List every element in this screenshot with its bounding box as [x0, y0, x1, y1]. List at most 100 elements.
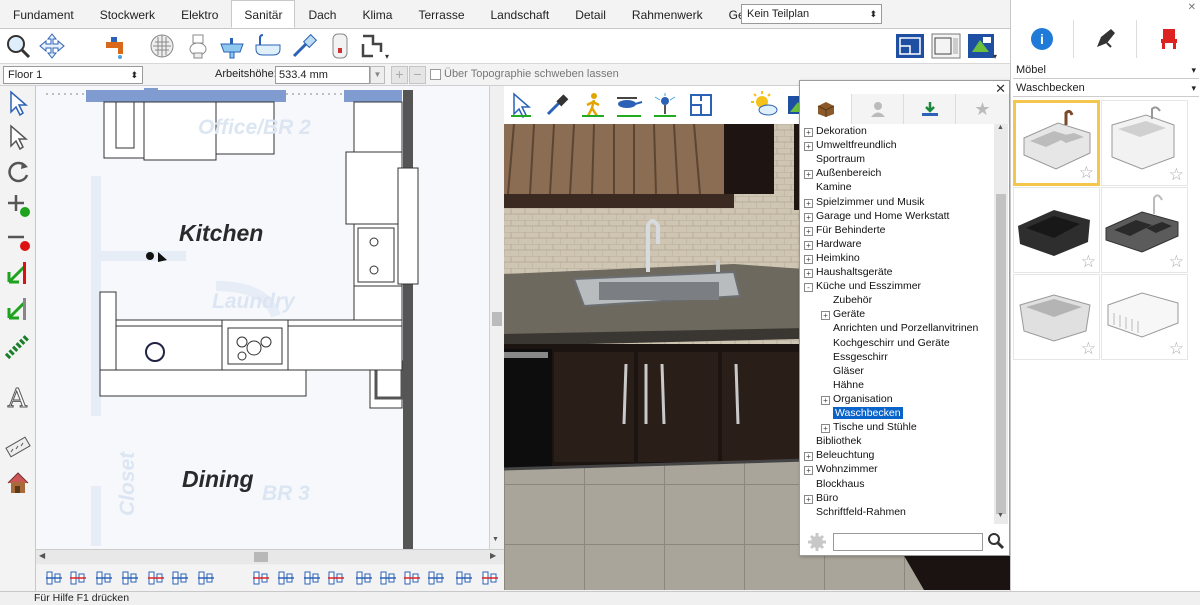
align-edge-icon[interactable] — [146, 568, 166, 588]
distribute-icon[interactable] — [354, 568, 374, 588]
tree-item[interactable]: + Organisation — [821, 392, 893, 406]
tree-item[interactable]: + Dekoration — [804, 124, 867, 138]
center-horizontal-icon[interactable] — [276, 568, 296, 588]
house-icon[interactable] — [3, 468, 33, 498]
tab-user[interactable] — [852, 94, 904, 124]
tab-dach[interactable]: Dach — [295, 0, 349, 28]
gear-icon[interactable] — [807, 532, 827, 555]
close-icon[interactable]: ✕ — [1188, 2, 1196, 13]
expand-icon[interactable]: + — [804, 269, 813, 278]
scrollbar-thumb[interactable] — [996, 194, 1006, 514]
select-group-icon[interactable] — [3, 122, 33, 152]
star-icon[interactable]: ☆ — [1079, 164, 1094, 181]
tab-detail[interactable]: Detail — [562, 0, 619, 28]
catalog-item-double-sink[interactable]: ☆ — [1013, 100, 1100, 186]
search-icon[interactable] — [987, 532, 1005, 553]
decrease-button[interactable]: − — [409, 66, 426, 84]
select-arrow-icon[interactable] — [3, 88, 33, 118]
space-vertical-icon[interactable] — [170, 568, 190, 588]
select-3d-icon[interactable] — [506, 89, 536, 121]
tree-item[interactable]: Kochgeschirr und Geräte — [821, 336, 950, 350]
rotate-icon[interactable] — [3, 156, 33, 186]
faucet-icon[interactable] — [100, 31, 132, 61]
expand-icon[interactable]: + — [804, 226, 813, 236]
eyedropper-icon[interactable] — [542, 89, 572, 121]
star-icon[interactable]: ☆ — [1081, 253, 1096, 270]
expand-icon[interactable]: + — [804, 254, 813, 264]
sprinkler-icon[interactable] — [650, 89, 680, 121]
arbeitshoehe-input[interactable]: 533.4 mm — [275, 66, 370, 84]
increase-button[interactable]: + — [391, 66, 408, 84]
tree-item[interactable]: - Küche und Esszimmer — [804, 279, 921, 293]
tree-item[interactable]: + Für Behinderte — [804, 223, 885, 237]
tab-stockwerk[interactable]: Stockwerk — [87, 0, 168, 28]
join-wall-icon[interactable] — [3, 294, 33, 324]
tree-item[interactable]: + Beleuchtung — [804, 448, 874, 462]
tab-landschaft[interactable]: Landschaft — [478, 0, 563, 28]
layout-view-icon[interactable] — [930, 31, 962, 61]
group-icon[interactable] — [454, 568, 474, 588]
tree-item[interactable]: + Wohnzimmer — [804, 462, 878, 476]
reflect-icon[interactable] — [402, 568, 422, 588]
tree-item[interactable]: Kamine — [804, 180, 852, 194]
expand-icon[interactable]: + — [804, 142, 813, 152]
tree-item[interactable]: + Spielzimmer und Musik — [804, 195, 925, 209]
tree-item[interactable]: Sportraum — [804, 152, 865, 166]
stair-icon[interactable] — [3, 332, 33, 362]
star-icon[interactable]: ☆ — [1169, 340, 1184, 357]
join-icon[interactable] — [3, 258, 33, 288]
align-spacing-icon[interactable] — [326, 568, 346, 588]
expand-icon[interactable]: + — [804, 170, 813, 180]
catalog-item-black-sink[interactable]: ☆ — [1013, 187, 1100, 273]
tree-item[interactable]: Anrichten und Porzellanvitrinen — [821, 321, 978, 335]
align-right-icon[interactable] — [302, 568, 322, 588]
expand-icon[interactable]: + — [804, 240, 813, 250]
catalog-item-dark-double-sink[interactable]: ☆ — [1101, 187, 1188, 273]
tree-item[interactable]: Blockhaus — [804, 477, 864, 491]
star-icon[interactable]: ☆ — [1169, 166, 1184, 183]
vertical-scrollbar[interactable]: ▼ — [489, 86, 504, 551]
tab-elektro[interactable]: Elektro — [168, 0, 231, 28]
tree-item[interactable]: Essgeschirr — [821, 350, 888, 364]
sink-icon[interactable] — [216, 31, 248, 61]
catalog-subcategory-select[interactable]: Waschbecken ▾ — [1013, 80, 1199, 97]
pipe-icon[interactable]: ▾ — [358, 31, 390, 61]
measure-icon[interactable] — [3, 432, 33, 462]
tree-item[interactable]: Zubehör — [821, 293, 872, 307]
expand-icon[interactable]: + — [821, 395, 830, 405]
stack-icon[interactable] — [378, 568, 398, 588]
tree-item[interactable]: + Heimkino — [804, 251, 860, 265]
tree-item[interactable]: + Haushaltsgeräte — [804, 265, 892, 279]
tab-library[interactable] — [800, 94, 852, 124]
toilet-icon[interactable] — [182, 31, 214, 61]
tree-item[interactable]: Hähne — [821, 378, 864, 392]
plan-select[interactable]: Kein Teilplan ⬍ — [741, 4, 882, 24]
pen-tool-button[interactable] — [1074, 20, 1137, 58]
furniture-button[interactable] — [1137, 20, 1200, 58]
3d-view-icon[interactable]: ▾ — [966, 31, 998, 61]
tab-favorites[interactable]: ★ — [956, 94, 1009, 124]
catalog-item-apron-sink[interactable]: ☆ — [1101, 274, 1188, 360]
tree-scrollbar[interactable]: ▲ ▼ — [994, 124, 1008, 524]
align-bottom-icon[interactable] — [94, 568, 114, 588]
shower-icon[interactable] — [288, 31, 320, 61]
scrollbar-thumb[interactable] — [254, 552, 268, 562]
expand-icon[interactable]: + — [804, 452, 813, 462]
tree-item[interactable]: Gläser — [821, 364, 864, 378]
floor-select[interactable]: Floor 1 ⬍ — [3, 66, 143, 84]
walkthrough-icon[interactable] — [578, 89, 608, 121]
tree-item[interactable]: Waschbecken — [821, 406, 903, 420]
tab-fundament[interactable]: Fundament — [0, 0, 87, 28]
tab-rahmenwerk[interactable]: Rahmenwerk — [619, 0, 716, 28]
tab-sanitär[interactable]: Sanitär — [231, 0, 296, 28]
water-heater-icon[interactable] — [324, 31, 356, 61]
catalog-item-utility-sink[interactable]: ☆ — [1101, 100, 1188, 186]
expand-icon[interactable]: + — [821, 424, 830, 434]
expand-icon[interactable]: + — [804, 212, 813, 222]
plan-view-icon[interactable] — [894, 31, 926, 61]
library-search-input[interactable] — [833, 533, 983, 551]
expand-icon[interactable]: + — [804, 466, 813, 476]
plan-view[interactable]: Office/BR 2 Laundry BR 3 Closet Kitchen … — [36, 86, 504, 551]
cross-icon[interactable] — [480, 568, 500, 588]
tree-item[interactable]: + Außenbereich — [804, 166, 881, 180]
